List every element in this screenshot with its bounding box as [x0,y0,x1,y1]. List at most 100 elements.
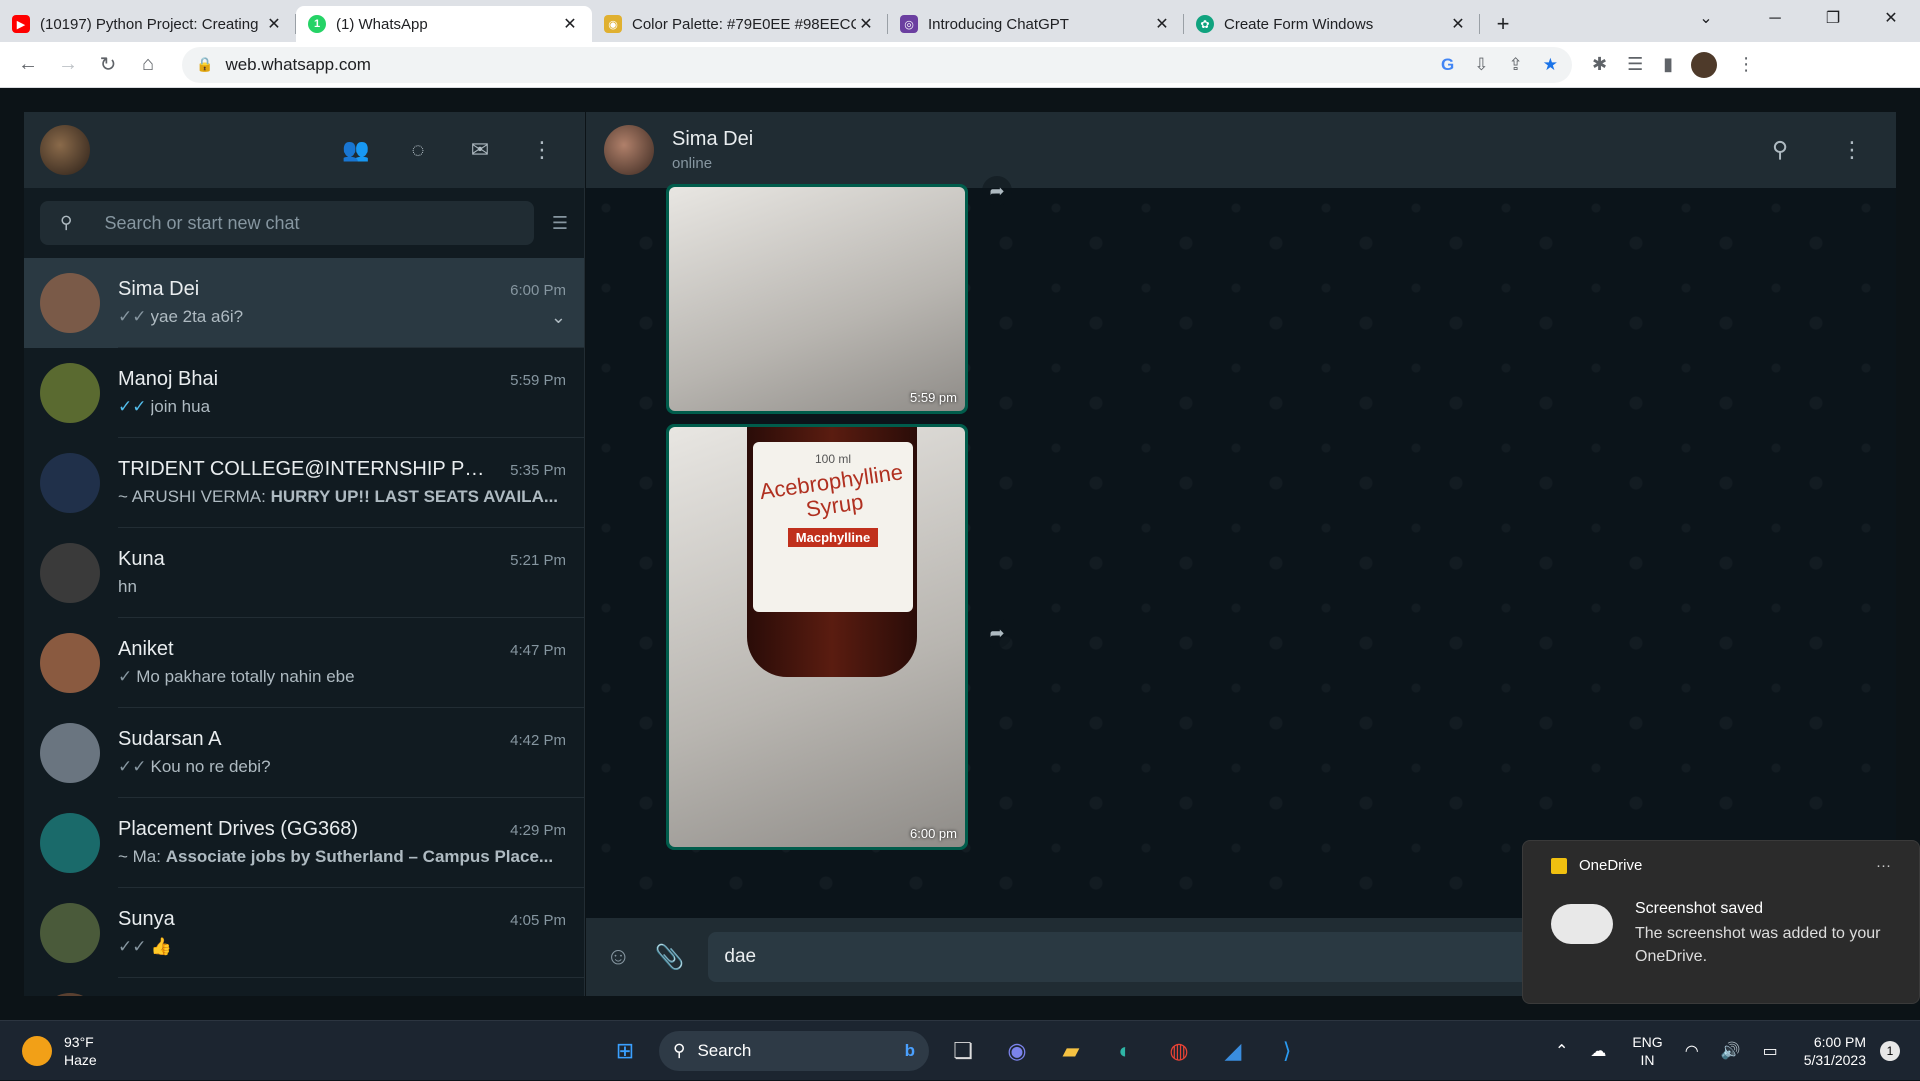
chat-list-item[interactable]: TRIDENT COLLEGE@INTERNSHIP PRO... 5:35 Pm… [24,438,584,528]
chat-preview: Mo pakhare totally nahin ebe [136,667,355,686]
clock[interactable]: 6:00 PM 5/31/2023 [1804,1033,1866,1069]
reading-list-icon[interactable]: ☰ [1627,54,1643,75]
battery-icon[interactable]: ▭ [1763,1041,1778,1061]
chat-name: Sunya [118,908,175,930]
taskbar-search[interactable]: ⚲ Search b [659,1031,929,1071]
install-icon[interactable]: ⇩ [1474,55,1488,75]
contact-avatar[interactable] [604,125,654,175]
new-tab-button[interactable]: + [1488,9,1518,39]
image-message[interactable]: 100 ml Acebrophylline Syrup Macphylline … [666,424,968,850]
chrome-icon[interactable]: ◍ [1159,1031,1199,1071]
chat-list-item[interactable]: Sunya 4:05 Pm ✓✓ 👍 [24,888,584,978]
forward-icon[interactable]: ➦ [982,176,1012,206]
system-tray: ⌃ ☁ ENG IN ◠ 🔊 ▭ 6:00 PM 5/31/2023 1 [1533,1021,1900,1081]
close-tab-icon[interactable]: ✕ [1448,14,1468,34]
read-receipt-icon: ✓✓ [118,937,147,956]
share-icon[interactable]: ⇪ [1509,55,1523,75]
youtube-icon: ▶ [12,15,30,33]
close-tab-icon[interactable]: ✕ [264,14,284,34]
conversation-header[interactable]: Sima Dei online ⚲ ⋮ [586,112,1896,188]
chat-avatar [40,813,100,873]
message-photo: 5:59 pm [669,187,965,411]
read-receipt-icon: ✓✓ [118,307,147,326]
chat-list-item[interactable]: Sudarsan A 4:42 Pm ✓✓ Kou no re debi? [24,708,584,798]
chat-avatar [40,723,100,783]
browser-tab[interactable]: ◎ Introducing ChatGPT ✕ [888,6,1184,42]
menu-icon[interactable]: ⋮ [526,134,558,166]
chevron-up-icon[interactable]: ⌃ [1555,1041,1568,1061]
close-tab-icon[interactable]: ✕ [1152,14,1172,34]
remote-desktop-icon[interactable]: ◢ [1213,1031,1253,1071]
address-bar[interactable]: 🔒 web.whatsapp.com G ⇩ ⇪ ★ [182,46,1572,83]
filter-icon[interactable]: ☰ [552,213,568,234]
communities-icon[interactable]: 👥 [340,134,372,166]
chat-list-item[interactable]: Sima Dei 6:00 Pm ✓✓ yae 2ta a6i? ⌄ [24,258,584,348]
chat-list-item[interactable]: Kuna 5:21 Pm hn [24,528,584,618]
more-icon[interactable]: ··· [1876,857,1891,874]
read-receipt-icon: ✓ [118,667,133,686]
home-icon[interactable]: ⌂ [128,53,168,76]
minimize-icon[interactable]: ─ [1746,0,1804,40]
profile-avatar[interactable] [1691,51,1718,78]
browser-tab[interactable]: ▶ (10197) Python Project: Creating ✕ [0,6,296,42]
vscode-icon[interactable]: ⟩ [1267,1031,1307,1071]
language-indicator[interactable]: ENG IN [1632,1033,1662,1069]
chat-list-item[interactable]: Aniket 4:47 Pm ✓ Mo pakhare totally nahin e… [24,618,584,708]
restore-icon[interactable]: ❐ [1804,0,1862,40]
wifi-icon[interactable]: ◠ [1685,1041,1699,1061]
weather-widget[interactable]: 93°F Haze [22,1033,97,1069]
chat-list-item[interactable]: TridentMCA2021-23 student3:48 Pm [24,978,584,996]
chat-avatar [40,903,100,963]
bing-icon[interactable]: b [905,1041,915,1061]
browser-tab[interactable]: ✿ Create Form Windows ✕ [1184,6,1480,42]
chevron-down-icon[interactable]: ⌄ [551,307,566,328]
volume-icon[interactable]: 🔊 [1721,1041,1741,1061]
bookmark-star-icon[interactable]: ★ [1543,55,1558,75]
browser-tab-strip: ▶ (10197) Python Project: Creating ✕ 1 (1) … [0,0,1920,42]
forward-icon[interactable]: → [48,53,88,76]
whatsapp-icon: 1 [308,15,326,33]
forward-icon[interactable]: ➦ [982,618,1012,648]
image-message[interactable]: 5:59 pm [666,184,968,414]
side-panel-icon[interactable]: ▮ [1663,54,1673,75]
new-chat-icon[interactable]: ✉ [464,134,496,166]
teams-chat-icon[interactable]: ◉ [997,1031,1037,1071]
google-icon[interactable]: G [1441,55,1454,75]
chat-time: 6:00 Pm [510,281,566,299]
back-icon[interactable]: ← [8,53,48,76]
close-tab-icon[interactable]: ✕ [856,14,876,34]
close-window-icon[interactable]: ✕ [1862,0,1920,40]
chat-list-item[interactable]: Placement Drives (GG368) 4:29 Pm ~ Ma: Ass… [24,798,584,888]
chat-list-item[interactable]: Manoj Bhai 5:59 Pm ✓✓ join hua [24,348,584,438]
menu-icon[interactable]: ⋮ [1836,134,1868,166]
chat-avatar [40,363,100,423]
windows-start-icon[interactable]: ⊞ [605,1031,645,1071]
chat-avatar [40,633,100,693]
edge-icon[interactable]: ◐ [1105,1031,1145,1071]
tab-search-icon[interactable]: ⌄ [1666,0,1746,40]
extensions-icon[interactable]: ✱ [1592,54,1607,75]
message-area: 5:59 pm ➦ 100 ml Acebrophylline Syrup Ma… [586,176,1896,918]
search-icon: ⚲ [60,213,73,232]
onedrive-tray-icon[interactable]: ☁ [1590,1041,1606,1061]
browser-tab-active[interactable]: 1 (1) WhatsApp ✕ [296,6,592,42]
notification-body: The screenshot was added to your OneDriv… [1635,925,1881,965]
reload-icon[interactable]: ↻ [88,52,128,77]
close-tab-icon[interactable]: ✕ [560,14,580,34]
file-explorer-icon[interactable]: ▰ [1051,1031,1091,1071]
menu-icon[interactable]: ⋮ [1737,54,1755,75]
lock-icon: 🔒 [196,56,214,72]
chat-time: 4:05 Pm [510,912,566,929]
chat-time: 5:21 Pm [510,552,566,569]
chat-preview: hn [118,577,137,596]
attach-icon[interactable]: 📎 [655,943,685,972]
emoji-icon[interactable]: ☺ [606,943,631,971]
notification-badge[interactable]: 1 [1880,1041,1900,1061]
search-input[interactable] [104,212,514,234]
my-avatar[interactable] [40,125,90,175]
task-view-icon[interactable]: ❏ [943,1031,983,1071]
onedrive-notification[interactable]: OneDrive ··· Screenshot saved The screen… [1522,840,1920,1004]
browser-tab[interactable]: ◉ Color Palette: #79E0EE #98EECC ✕ [592,6,888,42]
status-icon[interactable]: ◌ [402,134,434,166]
search-icon[interactable]: ⚲ [1764,134,1796,166]
